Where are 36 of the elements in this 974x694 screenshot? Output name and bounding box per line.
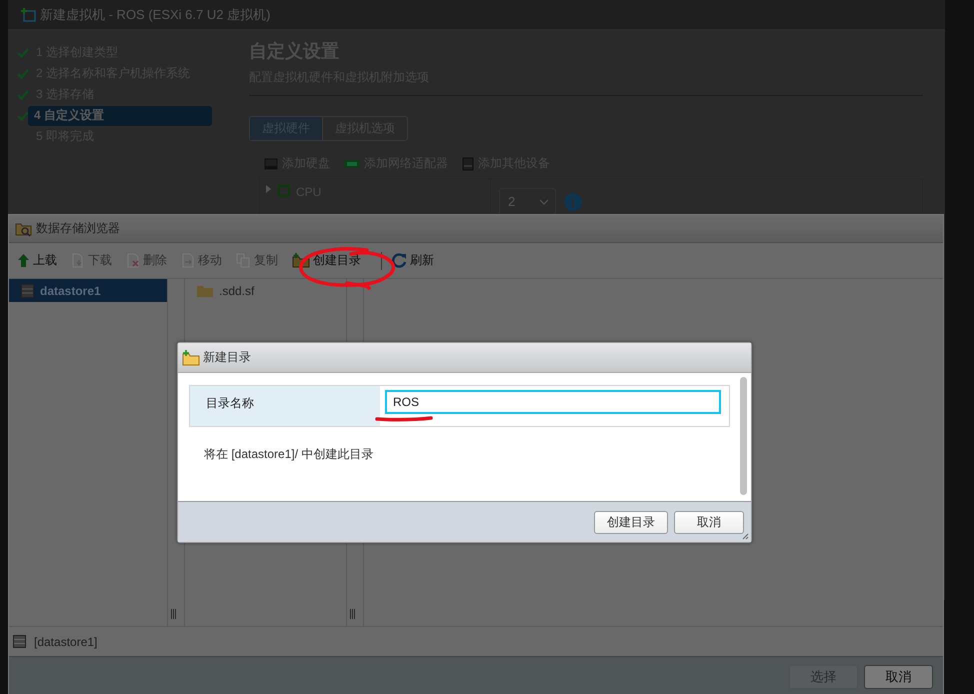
status-path: [datastore1] (34, 634, 98, 648)
folder-icon (197, 285, 213, 297)
info-text: 将在 [datastore1]/ 中创建此目录 (204, 446, 374, 463)
device-icon (462, 156, 474, 170)
datastore-icon (13, 635, 26, 648)
folder-name-input[interactable]: ROS (385, 390, 721, 414)
toolbar-button[interactable]: 刷新 (392, 252, 434, 269)
network-card-icon (344, 158, 360, 168)
dialog-button[interactable]: 创建目录 (594, 510, 668, 534)
upload-arrow-icon (17, 253, 30, 268)
wizard-step[interactable]: 4 自定义设置 (28, 106, 212, 126)
move-icon (181, 253, 195, 268)
refresh-icon (392, 253, 407, 268)
scrollbar-thumb[interactable] (740, 377, 747, 495)
column-resize-icon[interactable] (349, 608, 356, 620)
underline-annotation (375, 415, 433, 422)
column-resize-icon[interactable] (170, 608, 177, 620)
toolbar-button[interactable]: 上载 (17, 252, 57, 269)
new-folder-icon (292, 253, 310, 268)
footer-button[interactable]: 取消 (864, 665, 933, 689)
folder-item[interactable]: .sdd.sf (185, 284, 346, 298)
vm-icon (20, 6, 36, 22)
folder-search-icon (15, 220, 33, 236)
download-icon (71, 253, 85, 268)
chip-icon (278, 185, 290, 197)
datastore-item[interactable]: datastore1 (9, 279, 167, 302)
new-folder-icon (182, 350, 200, 366)
window-title: 数据存储浏览器 (36, 220, 120, 237)
datastore-icon (21, 284, 34, 298)
chevron-down-icon (539, 198, 550, 204)
dialog-title: 新建目录 (203, 349, 251, 366)
expand-arrow-icon[interactable] (266, 185, 272, 193)
field-label: 目录名称 (190, 386, 380, 426)
resize-grip-icon[interactable] (742, 533, 749, 540)
dialog-button[interactable]: 取消 (674, 510, 744, 534)
delete-icon (126, 253, 140, 268)
